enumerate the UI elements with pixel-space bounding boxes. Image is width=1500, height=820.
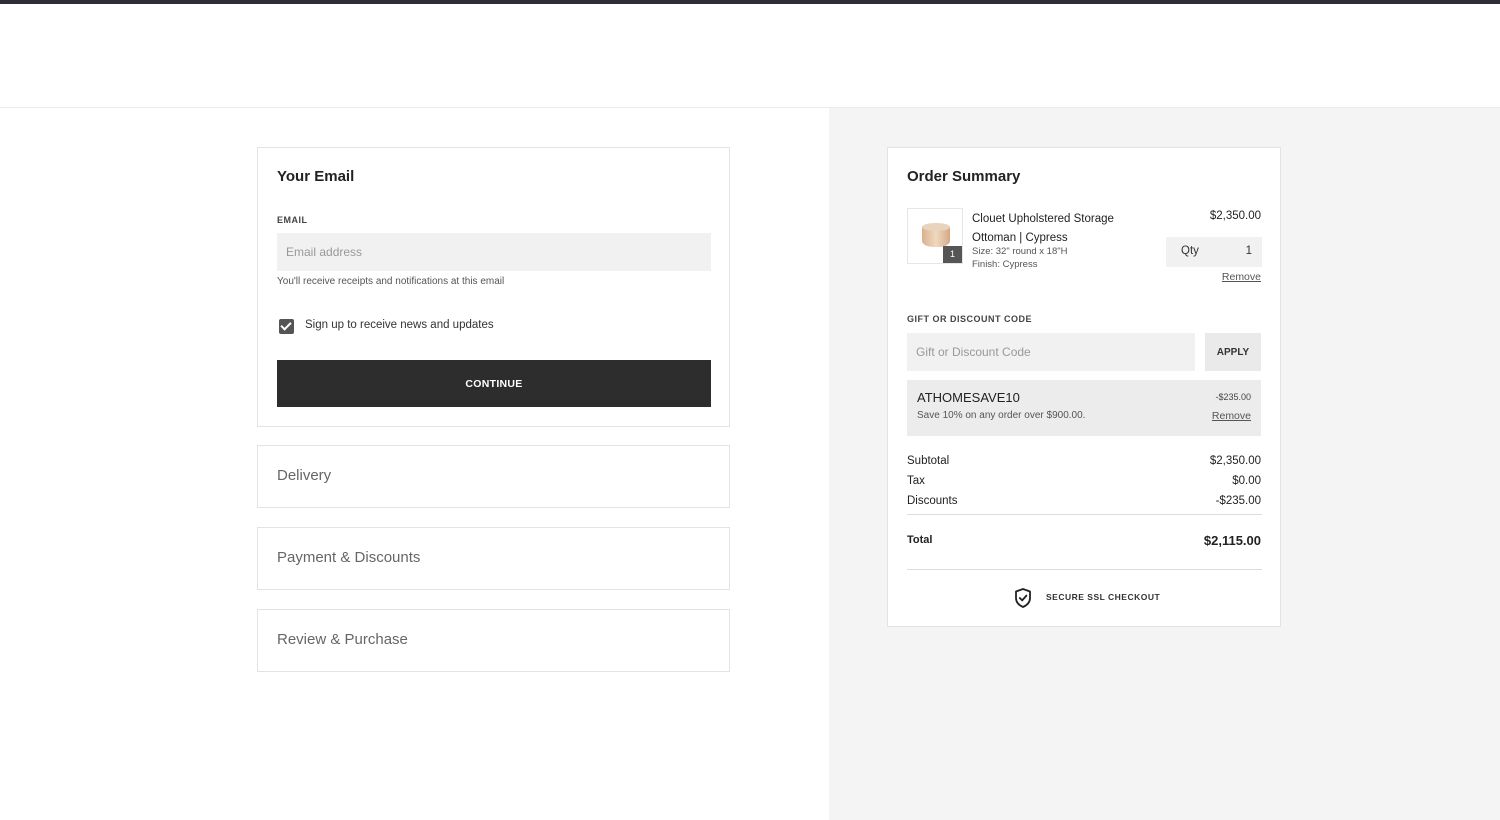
page-header (0, 4, 1500, 108)
email-input[interactable] (277, 233, 711, 271)
email-label: EMAIL (277, 215, 308, 225)
step-payment-discounts[interactable]: Payment & Discounts (257, 527, 730, 590)
step-payment-title: Payment & Discounts (277, 549, 421, 566)
subtotal-value: $2,350.00 (1209, 455, 1261, 467)
step-delivery-title: Delivery (277, 467, 332, 484)
email-section-title: Your Email (277, 168, 355, 185)
step-delivery[interactable]: Delivery (257, 445, 730, 508)
product-finish: Finish: Cypress (972, 259, 1038, 270)
apply-discount-button[interactable]: APPLY (1205, 333, 1261, 371)
newsletter-label[interactable]: Sign up to receive news and updates (305, 319, 494, 331)
email-section: Your Email EMAIL You'll receive receipts… (257, 147, 730, 427)
total-label: Total (907, 534, 933, 546)
remove-item-link[interactable]: Remove (1222, 271, 1261, 283)
remove-discount-link[interactable]: Remove (1212, 410, 1251, 422)
order-summary-title: Order Summary (907, 168, 1021, 185)
applied-discount-description: Save 10% on any order over $900.00. (917, 410, 1086, 421)
quantity-stepper[interactable]: Qty 1 (1166, 237, 1262, 267)
product-thumbnail: 1 (907, 208, 963, 264)
applied-discount-amount: -$235.00 (1215, 392, 1251, 402)
total-value: $2,115.00 (1203, 533, 1261, 548)
applied-discount-code: ATHOMESAVE10 (917, 390, 1020, 405)
totals-divider (907, 514, 1262, 515)
continue-button[interactable]: CONTINUE (277, 360, 711, 407)
discounts-label: Discounts (907, 495, 958, 507)
order-summary: Order Summary 1 Clouet Upholstered Stora… (887, 147, 1281, 627)
discount-code-input[interactable] (907, 333, 1195, 371)
discounts-value: -$235.00 (1215, 495, 1261, 507)
applied-discount: ATHOMESAVE10 Save 10% on any order over … (907, 380, 1261, 436)
quantity-label: Qty (1181, 245, 1199, 257)
subtotal-label: Subtotal (907, 455, 950, 467)
product-price: $2,350.00 (1209, 210, 1261, 222)
email-hint: You'll receive receipts and notification… (277, 276, 505, 287)
secure-checkout-label: SECURE SSL CHECKOUT (1046, 592, 1161, 602)
product-size: Size: 32" round x 18"H (972, 246, 1068, 257)
secure-divider (907, 569, 1262, 570)
tax-value: $0.00 (1232, 475, 1261, 487)
step-review-purchase[interactable]: Review & Purchase (257, 609, 730, 672)
step-review-title: Review & Purchase (277, 631, 408, 648)
discount-code-label: GIFT OR DISCOUNT CODE (907, 314, 1032, 324)
quantity-value[interactable]: 1 (1246, 245, 1252, 257)
tax-label: Tax (907, 475, 925, 487)
newsletter-checkbox[interactable] (279, 319, 294, 334)
product-name: Clouet Upholstered Storage Ottoman | Cyp… (972, 213, 1114, 244)
shield-check-icon (1015, 588, 1031, 608)
quantity-badge: 1 (943, 246, 962, 263)
